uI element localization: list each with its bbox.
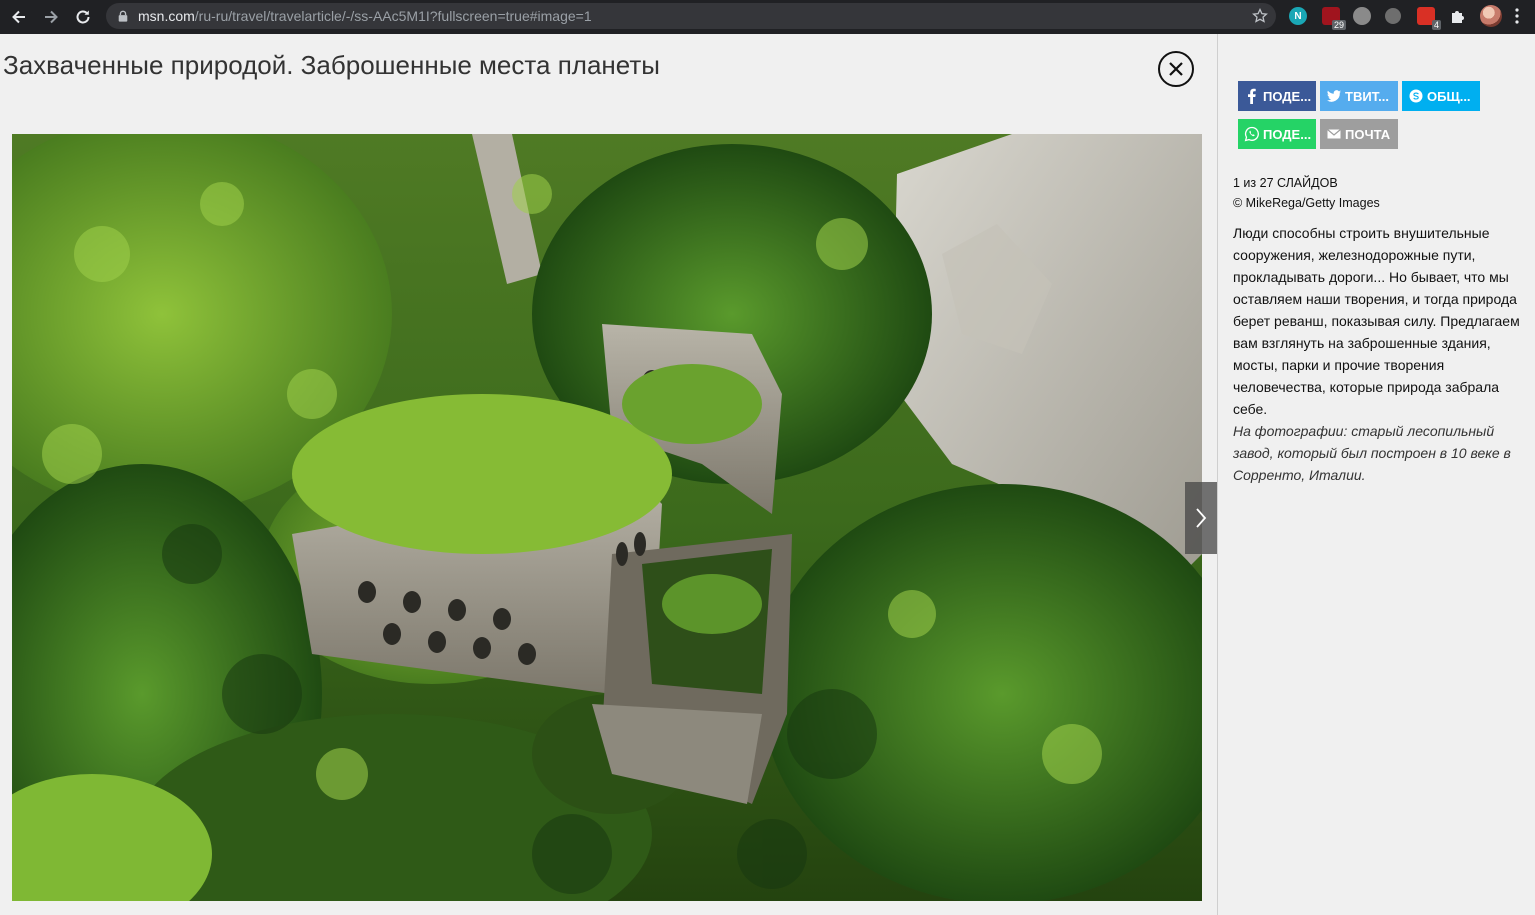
close-icon xyxy=(1169,62,1183,76)
ublock-badge: 29 xyxy=(1331,20,1346,30)
reload-button[interactable] xyxy=(67,1,99,33)
share-skype-label: ОБЩ... xyxy=(1427,88,1471,104)
facebook-icon xyxy=(1244,88,1260,104)
red-extension-icon[interactable]: 4 xyxy=(1417,7,1441,30)
panel-divider xyxy=(1217,34,1218,915)
url-host: msn.com xyxy=(138,8,195,24)
mail-icon xyxy=(1326,126,1342,142)
slideshow-overlay: Захваченные природой. Заброшенные места … xyxy=(0,34,1535,915)
red-extension-badge: 4 xyxy=(1431,20,1441,30)
bookmark-star-icon[interactable] xyxy=(1252,7,1268,24)
photo-note: На фотографии: старый лесопильный завод,… xyxy=(1233,423,1511,483)
slide-description: Люди способны строить внушительные соору… xyxy=(1233,225,1520,417)
share-facebook-button[interactable]: ПОДЕ... xyxy=(1238,81,1316,111)
share-mail-label: ПОЧТА xyxy=(1345,126,1391,142)
arrow-right-icon xyxy=(45,10,58,24)
twitter-icon xyxy=(1326,88,1342,104)
menu-dots-icon[interactable] xyxy=(1514,7,1520,25)
skype-icon xyxy=(1408,88,1424,104)
n-extension-icon[interactable]: N xyxy=(1289,7,1307,25)
bomb-extension-icon[interactable] xyxy=(1385,8,1401,24)
next-slide-button[interactable] xyxy=(1185,482,1217,554)
slide-caption: 1 из 27 СЛАЙДОВ © MikeRega/Getty Images … xyxy=(1233,173,1533,486)
share-twitter-button[interactable]: ТВИТ... xyxy=(1320,81,1398,111)
ublock-extension-icon[interactable]: 29 xyxy=(1322,7,1346,30)
forward-button[interactable] xyxy=(35,1,67,33)
url-text: msn.com/ru-ru/travel/travelarticle/-/ss-… xyxy=(138,8,592,24)
share-twitter-label: ТВИТ... xyxy=(1345,88,1389,104)
photo-credit: © MikeRega/Getty Images xyxy=(1233,196,1380,210)
url-path: /ru-ru/travel/travelarticle/-/ss-AAc5M1I… xyxy=(194,8,592,24)
arrow-left-icon xyxy=(12,10,25,24)
puzzle-extension-icon[interactable] xyxy=(1449,7,1467,25)
slideshow-title: Захваченные природой. Заброшенные места … xyxy=(3,50,660,80)
browser-toolbar: msn.com/ru-ru/travel/travelarticle/-/ss-… xyxy=(0,0,1535,34)
back-button[interactable] xyxy=(3,1,35,33)
reload-icon xyxy=(76,10,90,24)
share-whatsapp-label: ПОДЕ... xyxy=(1263,126,1312,142)
lock-icon xyxy=(117,9,131,23)
slide-counter: 1 из 27 СЛАЙДОВ xyxy=(1233,176,1338,190)
whatsapp-icon xyxy=(1244,126,1260,142)
profile-avatar[interactable] xyxy=(1480,5,1502,27)
share-whatsapp-button[interactable]: ПОДЕ... xyxy=(1238,119,1316,149)
gray-extension-icon[interactable] xyxy=(1353,7,1371,25)
share-skype-button[interactable]: ОБЩ... xyxy=(1402,81,1480,111)
close-button[interactable] xyxy=(1158,51,1194,87)
address-bar[interactable]: msn.com/ru-ru/travel/travelarticle/-/ss-… xyxy=(106,3,1276,29)
slide-photo xyxy=(12,134,1202,901)
share-mail-button[interactable]: ПОЧТА xyxy=(1320,119,1398,149)
chevron-right-icon xyxy=(1196,508,1207,528)
share-facebook-label: ПОДЕ... xyxy=(1263,88,1312,104)
